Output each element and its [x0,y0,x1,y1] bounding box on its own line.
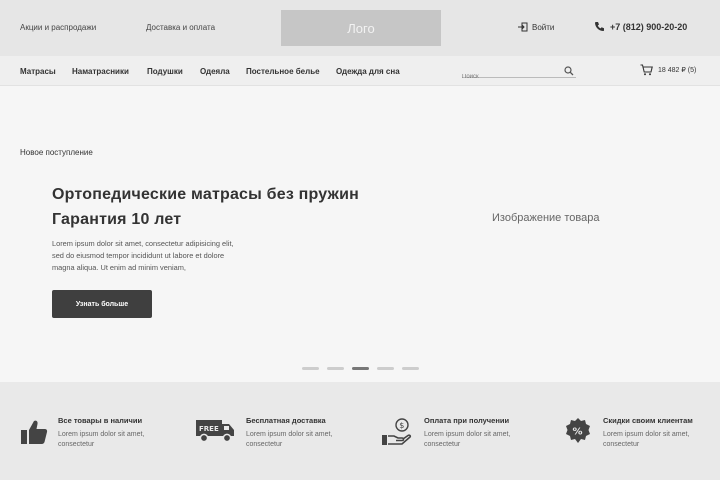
hero-title-line-1: Ортопедические матрасы без пружин [52,186,360,203]
feature-text: Lorem ipsum dolor sit amet, consectetur [246,431,333,448]
nav-item-mattresses[interactable]: Матрасы [20,67,56,76]
phone-number: +7 (812) 900-20-20 [610,21,688,32]
percent-badge-icon: % [566,418,590,443]
nav-item-sleepwear[interactable]: Одежда для сна [336,67,400,76]
slider-dot[interactable] [377,367,394,370]
truck-icon: FREE [196,420,234,443]
coin-badge: $ [399,421,404,430]
feature-text: Lorem ipsum dolor sit amet, consectetur [58,431,145,448]
cart-icon [640,64,653,76]
product-image-placeholder: Изображение товара [492,212,600,224]
feature-text: Lorem ipsum dolor sit amet, consectetur [603,431,690,448]
cart-total: 18 482 ₽ (5) [658,67,697,74]
coin-hand-icon: $ [382,418,412,445]
phone-icon [595,22,604,31]
login-icon [518,22,528,32]
search-input[interactable] [462,71,560,83]
feature-text: Lorem ipsum dolor sit amet, consectetur [424,431,511,448]
nav-bar: Матрасы Наматрасники Подушки Одеяла Пост… [0,56,720,86]
percent-badge: % [573,427,583,438]
delivery-link[interactable]: Доставка и оплата [146,23,215,32]
promo-link[interactable]: Акции и распродажи [20,23,96,32]
logo[interactable]: Лого [281,10,441,46]
hero-text-line-1: Lorem ipsum dolor sit amet, consectetur … [52,239,234,248]
nav-item-toppers[interactable]: Наматрасники [72,67,129,76]
nav-item-bedding[interactable]: Постельное белье [246,67,320,76]
slider-dots [302,367,419,370]
thumbs-up-icon [21,420,48,444]
truck-badge: FREE [199,425,219,433]
search-icon[interactable] [564,66,574,76]
hero-text-line-3: magna aliqua. Ut enim ad minim veniam, [52,263,186,272]
hero-text-line-2: sed do eiusmod tempor incididunt ut labo… [52,251,225,260]
hero-banner: Новое поступление Ортопедические матрасы… [0,86,720,382]
hero-eyebrow: Новое поступление [20,148,93,157]
phone-link[interactable]: +7 (812) 900-20-20 [594,21,687,32]
login-button[interactable]: Войти [518,22,554,32]
slider-dot[interactable] [402,367,419,370]
hero-title: Ортопедические матрасы без пружин Гарант… [52,182,359,232]
nav-item-blankets[interactable]: Одеяла [200,67,230,76]
feature-title: Бесплатная доставка [246,416,326,425]
logo-text: Лого [347,20,375,36]
nav-item-pillows[interactable]: Подушки [147,67,183,76]
login-label: Войти [532,22,555,32]
feature-title: Скидки своим клиентам [603,416,693,425]
slider-dot-active[interactable] [352,367,369,370]
slider-dot[interactable] [327,367,344,370]
slider-dot[interactable] [302,367,319,370]
cart-button[interactable]: 18 482 ₽ (5) [640,64,696,76]
learn-more-button[interactable]: Узнать больше [52,290,152,318]
top-bar: Акции и распродажи Доставка и оплата Лог… [0,0,720,56]
hero-title-line-2: Гарантия 10 лет [52,211,182,228]
search-box [462,65,576,83]
features-strip: Все товары в наличии Lorem ipsum dolor s… [0,382,720,480]
hero-description: Lorem ipsum dolor sit amet, consectetur … [52,238,312,274]
feature-title: Все товары в наличии [58,416,143,425]
feature-title: Оплата при получении [424,416,510,425]
